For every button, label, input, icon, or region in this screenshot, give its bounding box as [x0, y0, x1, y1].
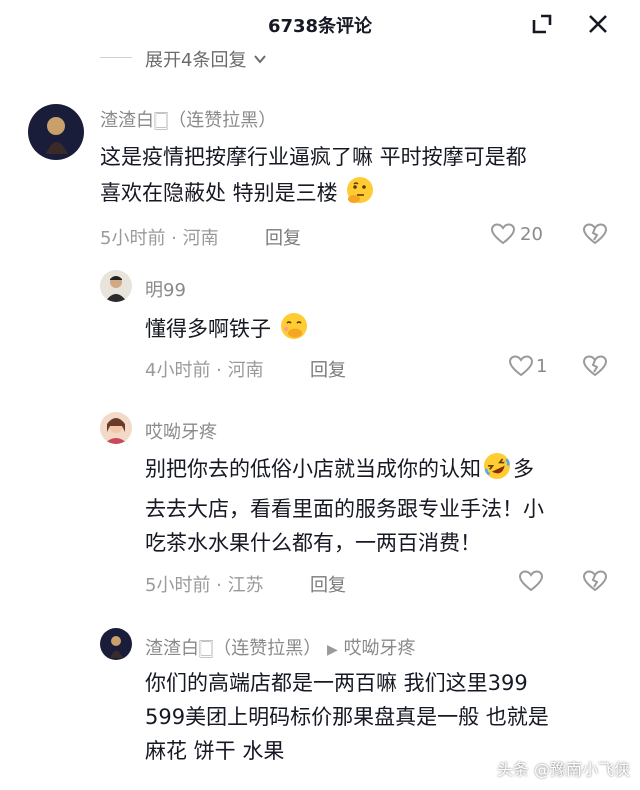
thinking-face-icon — [344, 174, 376, 216]
watermark: 头条 @豫南小飞侠 — [496, 760, 630, 779]
comment-text-line: 你们的高端店都是一两百嘛 我们这里399 — [145, 671, 528, 695]
comment-text: 别把你去的低俗小店就当成你的认知 多 去去大店，看看里面的服务跟专业手法！小 吃… — [145, 450, 625, 560]
comment-author[interactable]: 哎呦牙疼 — [145, 418, 217, 444]
rolling-laughing-face-icon — [481, 450, 513, 492]
comment-text-line: 喜欢在隐蔽处 特别是三楼 — [100, 174, 620, 216]
collapse-corner-icon[interactable] — [528, 10, 556, 38]
comment-author[interactable]: 明99 — [145, 276, 186, 302]
comment-text-segment: 别把你去的低俗小店就当成你的认知 — [145, 457, 481, 481]
comment-meta: 5小时前 · 河南 — [100, 228, 219, 249]
close-icon[interactable] — [584, 10, 612, 38]
comment-text-line: 这是疫情把按摩行业逼疯了嘛 平时按摩可是都 — [100, 145, 527, 169]
comment-author[interactable]: 渣渣白🀆（连赞拉黑） — [145, 638, 321, 659]
avatar[interactable] — [100, 628, 132, 660]
comment-text: 这是疫情把按摩行业逼疯了嘛 平时按摩可是都 喜欢在隐蔽处 特别是三楼 — [100, 140, 620, 216]
heart-icon — [490, 223, 516, 245]
avatar[interactable] — [100, 412, 132, 444]
comment-text-segment: 喜欢在隐蔽处 特别是三楼 — [100, 181, 338, 205]
broken-heart-icon — [582, 355, 608, 377]
heart-icon — [508, 355, 534, 377]
dislike-button[interactable] — [582, 222, 608, 250]
like-button[interactable] — [518, 569, 544, 597]
avatar[interactable] — [28, 104, 84, 160]
dislike-button[interactable] — [582, 569, 608, 597]
like-button[interactable] — [490, 222, 516, 250]
dislike-button[interactable] — [582, 354, 608, 382]
comment-text: 你们的高端店都是一两百嘛 我们这里399 599美团上明码标价那果盘真是一般 也… — [145, 666, 625, 768]
expand-replies-label: 展开4条回复 — [145, 50, 247, 71]
like-count: 20 — [520, 224, 543, 245]
comment-text: 懂得多啊铁子 — [145, 310, 310, 352]
avatar[interactable] — [100, 270, 132, 302]
broken-heart-icon — [582, 223, 608, 245]
comment-meta: 5小时前 · 江苏 — [145, 575, 264, 596]
like-button[interactable] — [508, 354, 534, 382]
expand-replies-button[interactable]: 展开4条回复 — [145, 46, 268, 72]
like-count: 1 — [536, 356, 548, 377]
reply-button[interactable]: 回复 — [310, 571, 346, 597]
comment-text-line: 599美团上明码标价那果盘真是一般 也就是 — [145, 705, 549, 729]
comment-text-line: 吃茶水水果什么都有，一两百消费！ — [145, 531, 481, 555]
hand-over-mouth-face-icon — [278, 310, 310, 352]
comment-author-row: 渣渣白🀆（连赞拉黑） ▶ 哎呦牙疼 — [145, 634, 416, 660]
reply-button[interactable]: 回复 — [265, 224, 301, 250]
reply-target[interactable]: 哎呦牙疼 — [344, 638, 416, 659]
comment-author[interactable]: 渣渣白🀆（连赞拉黑） — [100, 106, 276, 132]
heart-icon — [518, 570, 544, 592]
comment-text-segment: 多 — [513, 457, 534, 481]
comment-text-line: 懂得多啊铁子 — [145, 317, 271, 341]
reply-arrow-icon: ▶ — [327, 642, 338, 658]
comment-meta: 4小时前 · 河南 — [145, 360, 264, 381]
broken-heart-icon — [582, 570, 608, 592]
reply-button[interactable]: 回复 — [310, 356, 346, 382]
comment-text-line: 别把你去的低俗小店就当成你的认知 多 — [145, 450, 625, 492]
chevron-down-icon — [254, 55, 266, 64]
comment-text-line: 去去大店，看看里面的服务跟专业手法！小 — [145, 497, 544, 521]
divider — [100, 57, 132, 58]
